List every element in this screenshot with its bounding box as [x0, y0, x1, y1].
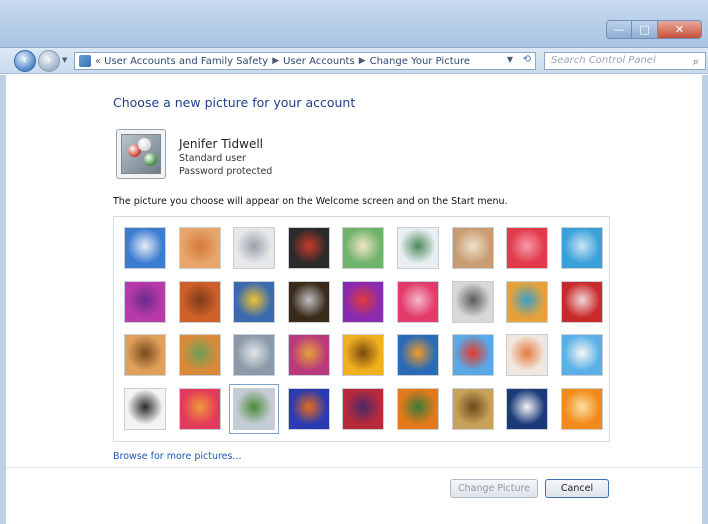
picture-grid: [113, 216, 610, 442]
picture-tile-fabric[interactable]: [178, 280, 221, 323]
navigation-bar: ‹ › ▼ « User Accounts and Family Safety …: [0, 48, 708, 74]
picture-tile-soccer-ball[interactable]: [124, 387, 166, 430]
account-name: Jenifer Tidwell: [179, 137, 263, 151]
picture-tile-guitar[interactable]: [124, 334, 166, 376]
footer-divider: [6, 467, 702, 468]
page-title: Choose a new picture for your account: [113, 95, 356, 110]
picture-tile-orange-flower[interactable]: [560, 387, 603, 430]
maximize-button[interactable]: □: [632, 20, 658, 39]
breadcrumb-item[interactable]: User Accounts: [283, 56, 355, 67]
marble-shape: [138, 138, 151, 151]
breadcrumb-overflow[interactable]: «: [95, 56, 101, 67]
account-picture: [116, 129, 166, 179]
picture-tile-scarves[interactable]: [287, 334, 330, 376]
recent-pages-dropdown-icon[interactable]: ▼: [62, 56, 67, 64]
breadcrumb-separator-icon[interactable]: ▶: [272, 56, 279, 66]
account-type: Standard user: [179, 153, 246, 164]
back-arrow-icon[interactable]: ‹: [14, 50, 36, 72]
picture-tile-pink-plant[interactable]: [397, 280, 439, 323]
picture-tile-robot-toy[interactable]: [233, 227, 276, 269]
picture-tile-roller-coaster[interactable]: [124, 227, 166, 269]
picture-tile-kitten[interactable]: [451, 227, 494, 269]
picture-tile-tapestry[interactable]: [178, 387, 221, 430]
breadcrumb-separator-icon[interactable]: ▶: [359, 56, 366, 66]
picture-tile-marbles[interactable]: [229, 383, 280, 434]
picture-tile-lucky-cat[interactable]: [342, 227, 385, 269]
breadcrumb-item[interactable]: User Accounts and Family Safety: [104, 56, 268, 67]
picture-tile-sunflower[interactable]: [342, 334, 385, 376]
title-bar: — □ ✕: [0, 0, 708, 48]
picture-tile-leaf[interactable]: [233, 280, 276, 323]
search-input[interactable]: Search Control Panel ⌕: [544, 52, 706, 70]
picture-tile-puppy[interactable]: [178, 334, 221, 376]
picture-tile-hot-air-balloon[interactable]: [451, 334, 494, 376]
close-button[interactable]: ✕: [658, 20, 702, 39]
picture-tile-fish[interactable]: [397, 334, 439, 376]
refresh-icon[interactable]: ⟲: [523, 54, 531, 65]
picture-tile-doll[interactable]: [506, 334, 549, 376]
picture-tile-dog[interactable]: [287, 280, 330, 323]
picture-tile-jacks[interactable]: [451, 280, 494, 323]
picture-tile-robot[interactable]: [233, 334, 276, 376]
minimize-button[interactable]: —: [606, 20, 632, 39]
picture-tile-gyroscope[interactable]: [397, 227, 439, 269]
picture-tile-starfish[interactable]: [178, 227, 221, 269]
picture-tile-pinwheel[interactable]: [560, 227, 603, 269]
picture-tile-shell[interactable]: [451, 387, 494, 430]
picture-tile-red-flower[interactable]: [506, 227, 549, 269]
breadcrumb-item[interactable]: Change Your Picture: [370, 56, 470, 67]
picture-tile-crayons[interactable]: [342, 280, 385, 323]
picture-tile-butterfly[interactable]: [397, 387, 439, 430]
account-password-status: Password protected: [179, 166, 273, 177]
change-picture-button[interactable]: Change Picture: [450, 479, 538, 498]
cancel-button[interactable]: Cancel: [545, 479, 609, 498]
picture-description: The picture you choose will appear on th…: [113, 196, 508, 207]
picture-tile-lighthouse[interactable]: [506, 387, 549, 430]
marbles-picture-preview: [121, 134, 161, 174]
picture-tile-sailboat[interactable]: [560, 334, 603, 376]
picture-tile-textile[interactable]: [342, 387, 385, 430]
picture-tile-window[interactable]: [287, 387, 330, 430]
forward-arrow-icon[interactable]: ›: [38, 50, 60, 72]
window-controls: — □ ✕: [606, 20, 702, 39]
address-dropdown-icon[interactable]: ▼: [507, 55, 513, 64]
picture-tile-record-player[interactable]: [287, 227, 330, 269]
search-icon[interactable]: ⌕: [693, 55, 699, 69]
browse-more-pictures-link[interactable]: Browse for more pictures...: [113, 451, 242, 462]
marble-shape: [144, 153, 157, 166]
address-bar[interactable]: « User Accounts and Family Safety ▶ User…: [74, 52, 536, 70]
control-panel-icon: [79, 55, 91, 67]
search-placeholder: Search Control Panel: [551, 55, 656, 66]
picture-tile-spinning-top[interactable]: [124, 280, 166, 323]
picture-tile-paper-crane[interactable]: [560, 280, 603, 323]
picture-tile-stairs[interactable]: [506, 280, 549, 323]
